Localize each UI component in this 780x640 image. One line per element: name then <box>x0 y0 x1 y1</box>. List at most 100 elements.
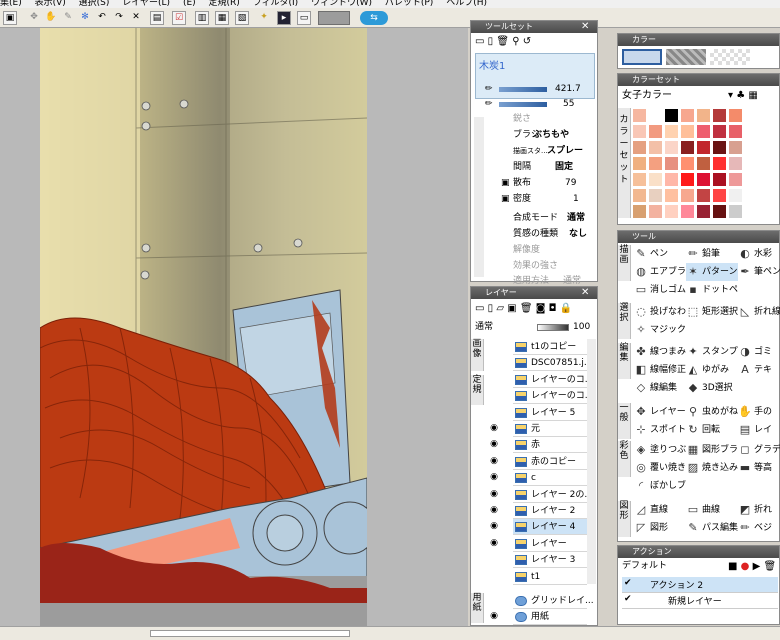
erase-selection-icon[interactable]: ✕ <box>129 11 143 25</box>
menu-unknown[interactable]: (E) <box>183 0 196 8</box>
artwork-canvas[interactable] <box>40 28 367 626</box>
color-swatch[interactable] <box>696 124 711 139</box>
menu-palette[interactable]: パレット(P) <box>385 0 433 8</box>
duplicate-icon[interactable]: ▣ <box>507 303 516 314</box>
tool-item[interactable]: ◍ エアブラシ <box>634 263 686 281</box>
transparent-color-chip[interactable] <box>710 49 750 65</box>
color-preview[interactable] <box>318 11 350 25</box>
side-tab-image[interactable]: 画像 <box>471 339 484 371</box>
eye-icon[interactable] <box>487 341 501 353</box>
record-icon[interactable]: ● <box>741 561 750 572</box>
tool-item[interactable]: ◿ 直線 <box>634 501 686 519</box>
link-icon[interactable]: ⇆ <box>360 11 388 25</box>
crop-icon[interactable]: ▤ <box>150 11 164 25</box>
tool-item[interactable]: ⬚ 矩形選択 <box>686 303 738 321</box>
tool-set-close-icon[interactable]: ✕ <box>581 21 589 33</box>
color-swatch[interactable] <box>712 204 727 219</box>
sub-color-chip[interactable] <box>666 49 706 65</box>
color-swatch[interactable] <box>712 172 727 187</box>
color-swatch[interactable] <box>712 124 727 139</box>
tool-item[interactable]: ◌ 投げなわ選... <box>634 303 686 321</box>
delete-tool-icon[interactable]: 🗑 <box>496 36 509 47</box>
scatter-value[interactable]: 79 <box>565 176 595 191</box>
tool-item[interactable]: ◑ ゴミ <box>738 343 780 361</box>
tool-item[interactable]: ✤ 線つまみ <box>634 343 686 361</box>
side-tab-paper[interactable]: 用紙 <box>471 593 484 623</box>
brush-value[interactable]: ぶちもや <box>533 128 593 143</box>
color-swatch[interactable] <box>728 172 743 187</box>
color-swatch[interactable] <box>664 124 679 139</box>
check-icon[interactable]: ☑ <box>172 11 186 25</box>
color-swatch[interactable] <box>696 108 711 123</box>
color-swatch[interactable] <box>664 140 679 155</box>
color-swatch[interactable] <box>712 156 727 171</box>
layer-row[interactable]: t1 <box>513 568 587 585</box>
color-swatch[interactable] <box>648 188 663 203</box>
tool-tab-select[interactable]: 選択 <box>618 303 631 339</box>
color-swatch[interactable] <box>648 172 663 187</box>
blend-mode-select[interactable]: 通常 100 <box>475 320 595 335</box>
tool-item[interactable]: A テキ <box>738 361 780 379</box>
eye-icon[interactable]: ◉ <box>487 472 501 484</box>
eye-icon[interactable]: ◉ <box>487 521 501 533</box>
color-swatch[interactable] <box>680 124 695 139</box>
canvas-area[interactable] <box>0 28 468 626</box>
blend-value[interactable]: 通常 <box>567 211 597 226</box>
color-swatch[interactable] <box>680 156 695 171</box>
stop-icon[interactable]: ■ <box>728 561 737 572</box>
color-swatch[interactable] <box>680 108 695 123</box>
reset-icon[interactable]: ↺ <box>523 36 531 47</box>
tool-tab-shape[interactable]: 図形 <box>618 501 631 537</box>
color-swatch[interactable] <box>632 140 647 155</box>
lock-icon[interactable]: 🔒 <box>560 303 572 314</box>
action-step[interactable]: ✔ 新規レイヤー <box>622 593 778 609</box>
new-layer-icon[interactable]: ▭ <box>475 303 484 314</box>
color-swatch[interactable] <box>648 204 663 219</box>
eye-icon[interactable] <box>487 390 501 402</box>
tool-props-scroll[interactable] <box>474 117 484 277</box>
paper-layer-row[interactable]: グリッドレイ... <box>513 593 594 609</box>
tool-item[interactable]: ✒ 筆ペン <box>738 263 780 281</box>
menu-window[interactable]: ウィンドウ(W) <box>311 0 372 8</box>
layer-row[interactable]: ◉ c <box>490 470 587 487</box>
tool-item[interactable]: ◸ 図形 <box>634 519 686 537</box>
color-swatch[interactable] <box>664 172 679 187</box>
grid-icon[interactable]: ▦ <box>215 11 229 25</box>
new-file-icon[interactable]: ▣ <box>3 11 17 25</box>
eye-icon[interactable] <box>487 357 501 369</box>
trash-icon[interactable]: 🗑 <box>520 303 533 314</box>
color-swatch[interactable] <box>728 204 743 219</box>
color-swatch[interactable] <box>632 108 647 123</box>
ruler-icon[interactable]: ▥ <box>195 11 209 25</box>
delete-action-icon[interactable]: 🗑 <box>763 561 776 572</box>
color-swatch[interactable] <box>664 204 679 219</box>
tool-item[interactable]: ▦図形ブラシ <box>686 441 738 459</box>
opacity-row[interactable]: ✏ 55 <box>485 97 595 112</box>
brush-size-row[interactable]: ✏ 421.7 <box>485 82 595 97</box>
color-swatch[interactable] <box>632 188 647 203</box>
layer-scrollbar[interactable] <box>587 339 596 584</box>
tip-value[interactable]: スプレー <box>547 144 595 159</box>
tool-item[interactable]: ✋ 手の <box>738 403 780 421</box>
eye-icon[interactable] <box>487 407 501 419</box>
density-toggle-icon[interactable]: ▣ <box>501 192 511 207</box>
color-swatch[interactable] <box>696 204 711 219</box>
tool-item[interactable]: ◩ 折れ <box>738 501 780 519</box>
tool-item[interactable]: ▬ 等高 <box>738 459 780 477</box>
tool-tab-edit[interactable]: 編集 <box>618 343 631 379</box>
color-swatch[interactable] <box>712 108 727 123</box>
mask2-icon[interactable]: ◘ <box>549 303 557 314</box>
tool-item[interactable]: ↻ 回転 <box>686 421 738 439</box>
action-set-select[interactable]: デフォルト <box>622 559 722 574</box>
tool-item[interactable]: ✥ レイヤー移動 <box>634 403 686 421</box>
tool-item[interactable]: ◇ 線編集 <box>634 379 686 397</box>
new-tool-icon[interactable]: ▭ <box>475 36 484 47</box>
color-swatch[interactable] <box>680 188 695 203</box>
tool-item[interactable]: ▨ 焼き込み <box>686 459 738 477</box>
eye-icon[interactable] <box>487 374 501 386</box>
layer-row[interactable]: レイヤー 3 <box>513 552 587 569</box>
tool-item[interactable]: ◈ 塗りつぶし <box>634 441 686 459</box>
tool-item[interactable]: ◆ 3D選択 <box>686 379 738 397</box>
copy-tool-icon[interactable]: ▯ <box>488 36 494 47</box>
layer-row[interactable]: ◉ 赤のコピー <box>490 453 587 470</box>
